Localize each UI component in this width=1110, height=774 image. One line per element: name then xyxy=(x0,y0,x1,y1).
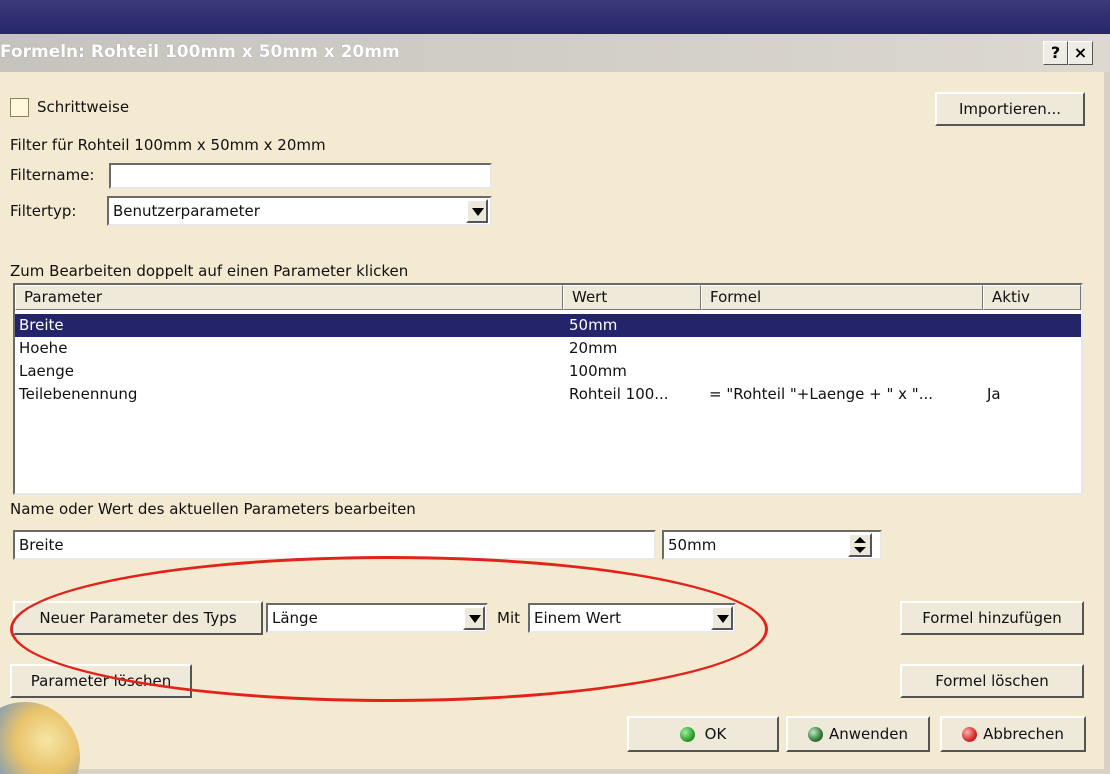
delete-formula-button[interactable]: Formel löschen xyxy=(900,664,1084,698)
cancel-icon xyxy=(962,727,978,742)
cell-value: 20mm xyxy=(569,339,618,357)
value-kind-value: Einem Wert xyxy=(534,609,621,627)
value-stepper[interactable] xyxy=(848,533,872,557)
cell-parameter: Breite xyxy=(19,316,64,334)
close-icon: × xyxy=(1073,43,1088,62)
cell-active: Ja xyxy=(987,385,1001,403)
with-label: Mit xyxy=(497,609,520,627)
filter-name-label: Filtername: xyxy=(10,166,95,184)
import-button[interactable]: Importieren... xyxy=(935,92,1085,126)
help-button[interactable]: ? xyxy=(1043,41,1068,65)
apply-button[interactable]: Anwenden xyxy=(786,716,930,752)
app-logo xyxy=(0,702,80,774)
filter-type-value: Benutzerparameter xyxy=(113,202,260,220)
parameter-name-input[interactable]: Breite xyxy=(13,530,656,560)
filter-type-dropdown-icon[interactable] xyxy=(466,199,488,223)
apply-label: Anwenden xyxy=(828,725,909,743)
ok-icon xyxy=(679,727,695,742)
filter-caption: Filter für Rohteil 100mm x 50mm x 20mm xyxy=(10,136,326,154)
column-header-active[interactable]: Aktiv xyxy=(983,285,1081,310)
ok-label: OK xyxy=(704,725,727,743)
dialog-frame-bottom xyxy=(0,769,1110,774)
column-header-value[interactable]: Wert xyxy=(563,285,701,310)
close-button[interactable]: × xyxy=(1068,41,1093,65)
cancel-label: Abbrechen xyxy=(983,725,1064,743)
delete-parameter-button[interactable]: Parameter löschen xyxy=(10,664,192,698)
cell-value: 50mm xyxy=(569,316,618,334)
parameter-type-dropdown-icon[interactable] xyxy=(463,606,485,630)
parameter-type-value: Länge xyxy=(272,609,318,627)
filter-type-select[interactable]: Benutzerparameter xyxy=(107,196,492,226)
cancel-button[interactable]: Abbrechen xyxy=(940,716,1086,752)
parameter-table[interactable]: Parameter Wert Formel Aktiv Breite 50mm … xyxy=(13,283,1083,495)
parameter-type-select[interactable]: Länge xyxy=(266,603,488,633)
apply-icon xyxy=(807,727,823,742)
value-kind-select[interactable]: Einem Wert xyxy=(528,603,736,633)
add-formula-button[interactable]: Formel hinzufügen xyxy=(900,601,1084,635)
table-row[interactable]: Laenge 100mm xyxy=(15,360,1081,383)
ok-button[interactable]: OK xyxy=(627,716,779,752)
cell-parameter: Hoehe xyxy=(19,339,68,357)
cell-value: Rohteil 100... xyxy=(569,385,669,403)
edit-caption: Name oder Wert des aktuellen Parameters … xyxy=(10,500,416,518)
value-kind-dropdown-icon[interactable] xyxy=(711,606,733,630)
table-hint: Zum Bearbeiten doppelt auf einen Paramet… xyxy=(10,262,409,280)
app-top-bar xyxy=(0,0,1110,34)
table-row[interactable]: Teilebenennung Rohteil 100... = "Rohteil… xyxy=(15,383,1081,406)
column-header-parameter[interactable]: Parameter xyxy=(15,285,563,310)
cell-formula: = "Rohteil "+Laenge + " x "... xyxy=(709,385,934,403)
stepwise-checkbox[interactable] xyxy=(10,98,29,117)
table-row[interactable]: Hoehe 20mm xyxy=(15,337,1081,360)
spin-arrows-icon xyxy=(854,537,866,553)
new-parameter-button[interactable]: Neuer Parameter des Typs xyxy=(13,601,263,635)
dialog-title: Formeln: Rohteil 100mm x 50mm x 20mm xyxy=(0,42,400,62)
stepwise-label: Schrittweise xyxy=(37,98,130,116)
cell-parameter: Teilebenennung xyxy=(19,385,138,403)
filter-name-input[interactable] xyxy=(109,163,492,189)
table-row[interactable]: Breite 50mm xyxy=(15,314,1081,337)
cell-parameter: Laenge xyxy=(19,362,75,380)
cell-value: 100mm xyxy=(569,362,627,380)
filter-type-label: Filtertyp: xyxy=(10,202,77,220)
column-header-formula[interactable]: Formel xyxy=(701,285,983,310)
dialog-frame-right xyxy=(1104,72,1110,774)
